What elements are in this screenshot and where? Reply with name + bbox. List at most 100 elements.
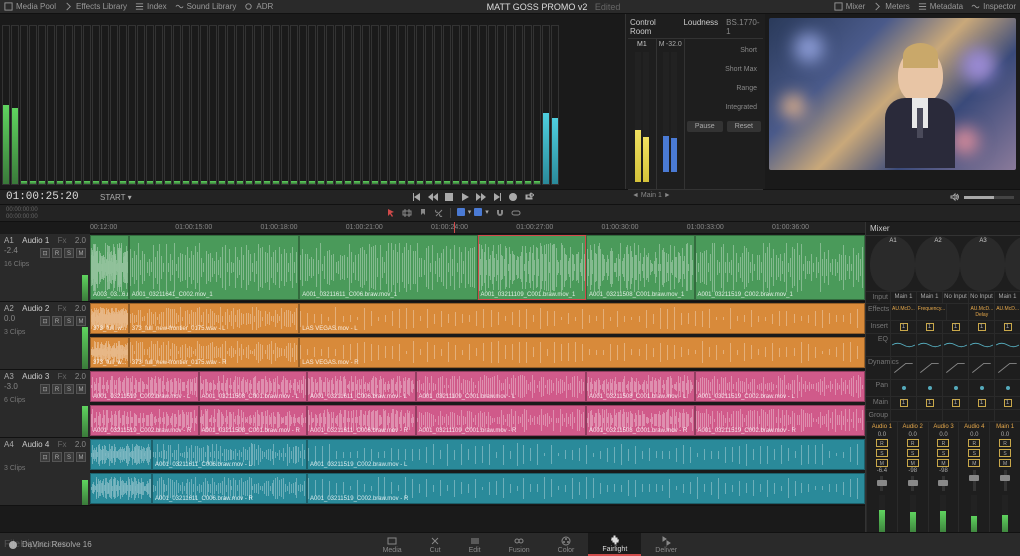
- timeline-ruler[interactable]: 00:12:0001:00:15:0001:00:18:0001:00:21:0…: [90, 222, 865, 234]
- marker-tool[interactable]: [418, 208, 428, 218]
- mixer-fx[interactable]: [946, 304, 968, 320]
- track-content[interactable]: A001_03211611_C006.braw.mov - LA001_0321…: [90, 438, 865, 505]
- loop-button[interactable]: [524, 192, 534, 202]
- page-tab-fairlight[interactable]: Fairlight: [588, 533, 641, 556]
- track-content[interactable]: 373_full_w...373_full_new-frontier_0175.…: [90, 302, 865, 369]
- mixer-dyn[interactable]: [968, 357, 994, 379]
- mixer-group[interactable]: [942, 410, 968, 421]
- track-btn-⊡[interactable]: ⊡: [40, 452, 50, 462]
- pointer-tool[interactable]: [386, 208, 396, 218]
- fader-Audio 1[interactable]: Audio 1 0.0 RSM -6.4: [866, 422, 897, 537]
- mixer-eq[interactable]: [994, 334, 1020, 356]
- mixer-pan[interactable]: [942, 380, 968, 396]
- mixer-main[interactable]: 1: [968, 397, 994, 409]
- audio-clip[interactable]: A001_03211519_C002.braw.mov - R: [695, 405, 866, 436]
- audio-clip[interactable]: A001_03211641_C002.mov_1: [129, 235, 300, 299]
- mixer-insert[interactable]: 1: [916, 321, 942, 333]
- mixer-input[interactable]: Main 1: [916, 292, 942, 303]
- mixer-main[interactable]: 1: [890, 397, 916, 409]
- playhead[interactable]: [454, 222, 455, 233]
- audio-clip[interactable]: A001_03211109_C001.braw.mov_1: [478, 235, 587, 299]
- page-tab-deliver[interactable]: Deliver: [641, 533, 691, 556]
- audio-clip[interactable]: A001_03211508_C001.braw.mov - R: [199, 405, 308, 436]
- fader-Audio 2[interactable]: Audio 2 0.0 RSM -98: [897, 422, 928, 537]
- flag-blue[interactable]: [457, 208, 465, 216]
- audio-clip[interactable]: A001_03211519_C002.braw.mov_1: [695, 235, 866, 299]
- track-content[interactable]: A001_03211519_C002.braw.mov - LA001_0321…: [90, 370, 865, 437]
- audio-clip[interactable]: 373_full_w...: [90, 337, 129, 368]
- mixer-input[interactable]: No Input: [942, 292, 968, 303]
- mixer-dyn[interactable]: [916, 357, 942, 379]
- audio-clip[interactable]: A001_03211519_C002.braw.mov - L: [307, 439, 865, 470]
- fader-Audio 3[interactable]: Audio 3 0.0 RSM -98: [928, 422, 959, 537]
- top-inspector[interactable]: Inspector: [971, 2, 1016, 11]
- mixer-input[interactable]: No Input: [968, 292, 994, 303]
- audio-clip[interactable]: LAS VEGAS.mov - L: [299, 303, 865, 334]
- mixer-fx[interactable]: AU.McD...: [890, 304, 916, 320]
- play-button[interactable]: [460, 192, 470, 202]
- audio-clip[interactable]: A001_03211508_C001.braw.mov - R: [586, 405, 695, 436]
- fader-Main 1[interactable]: Main 1 0.0 RSM: [989, 422, 1020, 537]
- mixer-input[interactable]: Main 1: [890, 292, 916, 303]
- audio-clip[interactable]: A003_03...6.mov_1: [90, 235, 129, 299]
- top-sound-library[interactable]: Sound Library: [175, 2, 237, 11]
- track-btn-R[interactable]: R: [52, 384, 62, 394]
- fader-Audio 4[interactable]: Audio 4 0.0 RSM: [958, 422, 989, 537]
- mixer-main[interactable]: 1: [916, 397, 942, 409]
- mixer-main[interactable]: 1: [994, 397, 1020, 409]
- page-tab-edit[interactable]: Edit: [455, 533, 495, 556]
- track-btn-S[interactable]: S: [64, 452, 74, 462]
- forward-button[interactable]: [476, 192, 486, 202]
- page-tab-color[interactable]: Color: [544, 533, 589, 556]
- track-btn-R[interactable]: R: [52, 248, 62, 258]
- prev-button[interactable]: [412, 192, 422, 202]
- track-btn-⊡[interactable]: ⊡: [40, 248, 50, 258]
- page-tab-fusion[interactable]: Fusion: [495, 533, 544, 556]
- loudness-standard[interactable]: BS.1770-1: [726, 18, 761, 36]
- mixer-insert[interactable]: 1: [968, 321, 994, 333]
- track-content[interactable]: A003_03...6.mov_1A001_03211641_C002.mov_…: [90, 234, 865, 301]
- track-header[interactable]: A2Audio 2Fx2.0 0.0⊡RSM 3 Clips: [0, 302, 90, 369]
- link-icon[interactable]: [511, 208, 521, 218]
- mixer-fx[interactable]: AU.McD... Delay: [968, 304, 994, 320]
- mixer-ch-A2[interactable]: A2: [915, 236, 960, 291]
- mixer-eq[interactable]: [968, 334, 994, 356]
- range-tool[interactable]: [402, 208, 412, 218]
- record-button[interactable]: [508, 192, 518, 202]
- volume-slider[interactable]: [964, 196, 1014, 199]
- audio-clip[interactable]: A001_03211611_C006.braw.mov - L: [152, 439, 307, 470]
- audio-clip[interactable]: A001_03211611_C006.braw.mov - L: [307, 371, 416, 402]
- page-tab-media[interactable]: Media: [369, 533, 416, 556]
- mixer-fx[interactable]: AU.McD...: [994, 304, 1020, 320]
- mixer-pan[interactable]: [890, 380, 916, 396]
- audio-clip[interactable]: A001_03211508_C001.braw.mov - L: [199, 371, 308, 402]
- snap-icon[interactable]: [495, 208, 505, 218]
- mixer-group[interactable]: [916, 410, 942, 421]
- volume-icon[interactable]: [950, 192, 960, 202]
- marker-blue[interactable]: [474, 208, 482, 216]
- mixer-input[interactable]: Main 1: [994, 292, 1020, 303]
- audio-clip[interactable]: A001_03211109_C001.braw.mov - L: [416, 371, 587, 402]
- stop-button[interactable]: [444, 192, 454, 202]
- top-media-pool[interactable]: Media Pool: [4, 2, 56, 11]
- track-btn-⊡[interactable]: ⊡: [40, 316, 50, 326]
- audio-clip[interactable]: LAS VEGAS.mov - R: [299, 337, 865, 368]
- mixer-pan[interactable]: [916, 380, 942, 396]
- mixer-main[interactable]: 1: [942, 397, 968, 409]
- mixer-eq[interactable]: [890, 334, 916, 356]
- track-btn-R[interactable]: R: [52, 452, 62, 462]
- mixer-dyn[interactable]: [942, 357, 968, 379]
- audio-clip[interactable]: A001_03211519_C002.braw.mov - R: [90, 405, 199, 436]
- mixer-ch-A1[interactable]: A1: [870, 236, 915, 291]
- track-header[interactable]: A3Audio 3Fx2.0 -3.0⊡RSM 6 Clips: [0, 370, 90, 437]
- mixer-insert[interactable]: 1: [994, 321, 1020, 333]
- mixer-dyn[interactable]: [994, 357, 1020, 379]
- audio-clip[interactable]: A001_03211109_C001.braw.mov - R: [416, 405, 587, 436]
- next-button[interactable]: [492, 192, 502, 202]
- track-header[interactable]: A1Audio 1Fx2.0 -2.4⊡RSM 16 Clips: [0, 234, 90, 301]
- mixer-ch-A4[interactable]: A4: [1005, 236, 1020, 291]
- top-effects-library[interactable]: Effects Library: [64, 2, 127, 11]
- audio-clip[interactable]: A001_03211508_C001.braw.mov_1: [586, 235, 695, 299]
- track-btn-R[interactable]: R: [52, 316, 62, 326]
- mixer-insert[interactable]: 1: [890, 321, 916, 333]
